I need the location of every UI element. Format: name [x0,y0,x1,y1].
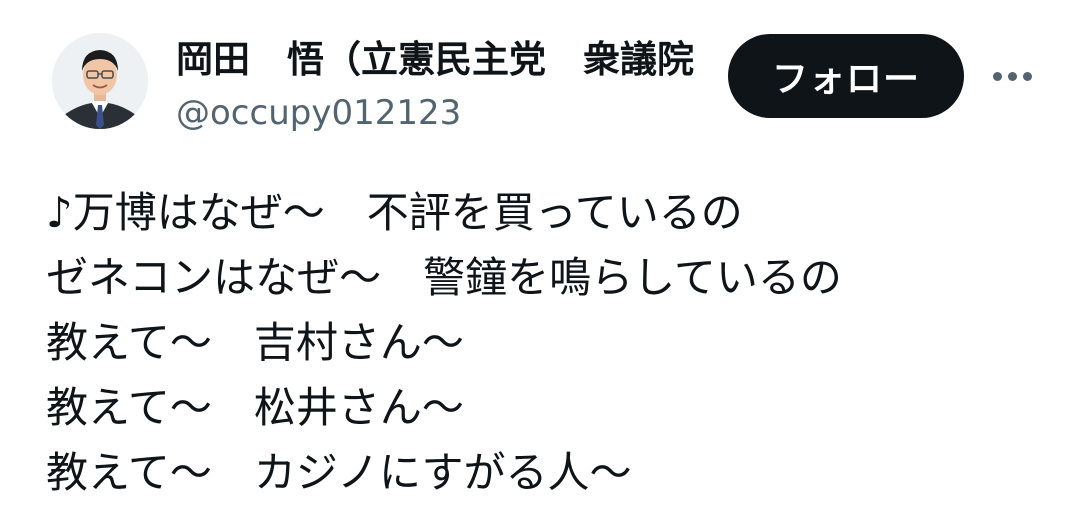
tweet-text: ♪万博はなぜ～ 不評を買っているの ゼネコンはなぜ～ 警鐘を鳴らしているの 教え… [46,180,1046,505]
tweet-line: 教えて～ 吉村さん～ [46,318,464,367]
more-options-icon[interactable] [986,54,1038,98]
more-dot [1007,71,1017,81]
tweet-line: 教えて～ カジノにすがる人～ [46,448,632,497]
tweet-line: ♪万博はなぜ～ 不評を買っているの [46,188,743,237]
more-dot [1022,71,1032,81]
author-handle[interactable]: @occupy012123 [176,90,706,136]
more-dot [992,71,1002,81]
tweet-line: ゼネコンはなぜ～ 警鐘を鳴らしているの [46,253,842,302]
author-display-name[interactable]: 岡田 悟（立憲民主党 衆議院 [176,34,706,86]
tweet-line: 教えて～ 松井さん～ [46,383,464,432]
profile-photo-icon [52,33,148,129]
avatar[interactable] [52,33,148,129]
follow-button[interactable]: フォロー [728,34,964,118]
tweet-card: 岡田 悟（立憲民主党 衆議院 @occupy012123 フォロー ♪万博はなぜ… [0,0,1080,508]
author-info: 岡田 悟（立憲民主党 衆議院 @occupy012123 [176,34,706,136]
